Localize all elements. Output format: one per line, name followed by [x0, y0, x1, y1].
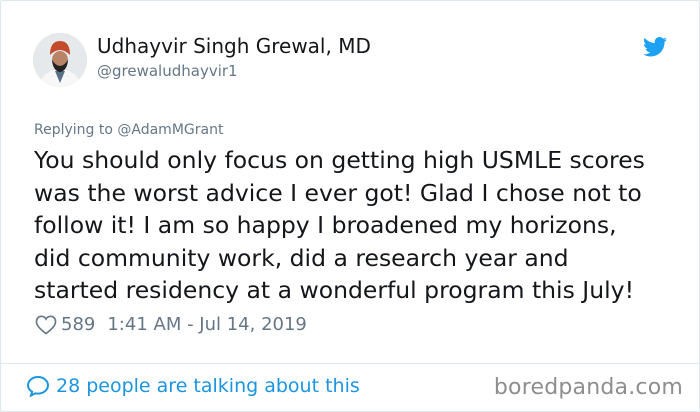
- heart-icon[interactable]: [35, 315, 57, 335]
- tweet-meta: 589 1:41 AM - Jul 14, 2019: [35, 314, 307, 335]
- tweet-line: did community work, did a research year …: [34, 243, 569, 272]
- avatar-image: [33, 33, 87, 87]
- tweet-line: follow it! I am so happy I broadened my …: [34, 211, 617, 239]
- tweet-line: started residency at a wonderful program…: [34, 276, 634, 304]
- twitter-bird-icon[interactable]: [643, 37, 667, 57]
- author-name[interactable]: Udhayvir Singh Grewal, MD: [97, 34, 371, 58]
- tweet-line: You should only focus on getting high US…: [34, 146, 645, 174]
- talking-link[interactable]: 28 people are talking about this: [26, 375, 360, 397]
- like-count[interactable]: 589: [61, 314, 95, 335]
- replying-to[interactable]: Replying to @AdamMGrant: [34, 122, 223, 138]
- watermark: boredpanda.com: [493, 375, 683, 400]
- tweet-line: was the worst advice I ever got! Glad I …: [34, 178, 642, 207]
- author-handle[interactable]: @grewaludhayvir1: [97, 62, 238, 80]
- avatar[interactable]: [33, 33, 87, 87]
- timestamp[interactable]: 1:41 AM - Jul 14, 2019: [107, 314, 307, 335]
- comment-bubble-icon: [26, 375, 50, 397]
- talking-label: 28 people are talking about this: [56, 375, 360, 397]
- tweet-card: Udhayvir Singh Grewal, MD @grewaludhayvi…: [0, 0, 700, 412]
- tweet-text: You should only focus on getting high US…: [34, 144, 674, 307]
- divider: [1, 363, 699, 364]
